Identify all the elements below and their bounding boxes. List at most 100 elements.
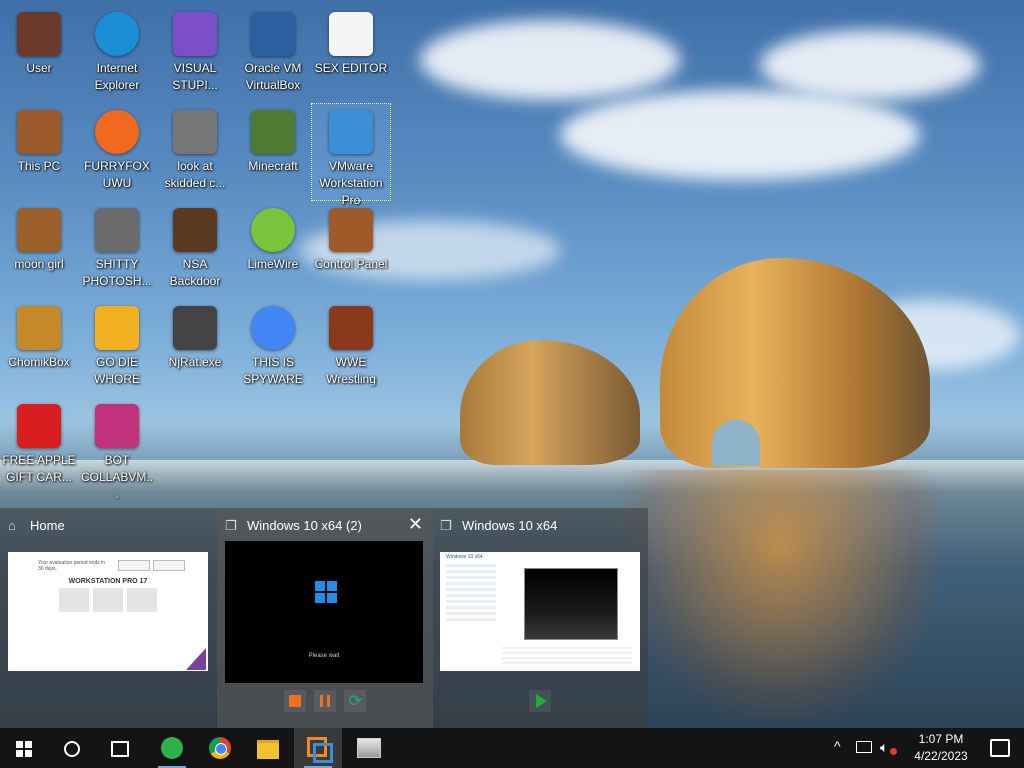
desktop-icon[interactable]: VMware Workstation Pro [311,103,391,207]
desktop-icon[interactable]: VISUAL STUPI... [156,6,234,102]
muted-badge [890,748,897,755]
preview-windows10-x64-2[interactable]: ❐ Windows 10 x64 (2) ✕ Please wait ⟳ [217,508,433,728]
clock-date: 4/22/2023 [914,749,968,763]
safe-icon [173,208,217,252]
tray-chevron-icon[interactable]: ^ [834,738,841,754]
vm-device-list [446,564,496,624]
limewire-icon [251,208,295,252]
taskbar-notes-app[interactable] [148,728,196,768]
restart-button[interactable]: ⟳ [344,690,367,712]
desktop-icon-label: SEX EDITOR [314,61,388,75]
desktop-icon-label: NjRat.exe [168,355,222,369]
desktop-icon[interactable]: ChomikBox [0,300,78,396]
vm-window-icon: ❐ [440,518,452,533]
desktop-icon-label: VISUAL STUPI... [172,61,218,92]
desktop-icon[interactable]: Control Panel [312,202,390,298]
desktop-icon[interactable]: THIS IS SPYWARE [234,300,312,396]
notes-app-icon [161,737,183,759]
buy-now-button [153,560,185,571]
notification-icon [990,739,1010,757]
desktop-icon-label: SHITTY PHOTOSH... [82,257,152,288]
chomikbox-icon [17,306,61,350]
file-explorer-icon [257,740,279,759]
desktop-icon[interactable]: BOT COLLABVM... [78,398,156,501]
desktop-icon[interactable]: GO DIE WHORE [78,300,156,396]
taskbar-chrome[interactable] [196,728,244,768]
desktop-icon[interactable]: NSA Backdoor [156,202,234,298]
minecraft-icon [251,110,295,154]
play-button[interactable] [529,690,551,712]
vmware-icon-inner [313,743,333,763]
taskbar-file-explorer[interactable] [244,728,292,768]
desktop-icon-label: NSA Backdoor [169,257,221,288]
vm-controls [432,690,648,712]
desktop-icon[interactable]: look at skidded c... [156,104,234,200]
desktop-icon[interactable]: LimeWire [234,202,312,298]
create-vm-tile [59,588,89,612]
clock[interactable]: 1:07 PM 4/22/2023 [904,731,978,765]
windows-start-icon [16,741,32,757]
desktop-icon[interactable]: FURRYFOX UWU [78,104,156,200]
small-rock [460,340,640,465]
desktop-icon-label: FURRYFOX UWU [84,159,150,190]
preview-thumbnail: Please wait [225,541,423,683]
stacked-windows-icon [173,110,217,154]
search-circle-icon [64,741,80,757]
close-preview-button[interactable]: ✕ [408,514,423,535]
cloud [560,90,920,180]
desktop-icon[interactable]: moon girl [0,202,78,298]
preview-home[interactable]: ⌂ Home Your evaluation period ends in 30… [0,508,216,728]
taskbar-app[interactable] [344,728,392,768]
pause-button[interactable] [314,690,336,712]
search-button[interactable] [48,728,96,768]
preview-thumbnail: Your evaluation period ends in 30 days. … [8,552,208,671]
rock-arch-opening [712,420,760,466]
desktop-icon[interactable]: NjRat.exe [156,300,234,396]
visual-studio-icon [173,12,217,56]
taskbar-preview-panel: ⌂ Home Your evaluation period ends in 30… [0,508,648,728]
vm-summary-title: Windows 10 x64 [446,554,483,560]
preview-windows10-x64[interactable]: ❐ Windows 10 x64 Windows 10 x64 [432,508,648,728]
desktop-icon[interactable]: Internet Explorer [78,6,156,102]
taskbar-vmware[interactable] [294,728,342,768]
user-folder-icon [17,12,61,56]
start-button[interactable] [0,728,48,768]
workstation-heading: WORKSTATION PRO 17 [68,578,148,585]
preview-thumbnail: Windows 10 x64 [440,552,640,671]
desktop-icon[interactable]: SEX EDITOR [312,6,390,102]
desktop-icon[interactable]: Minecraft [234,104,312,200]
desktop-icon-label: ChomikBox [8,355,70,369]
desktop-icon-label: Control Panel [314,257,388,271]
desktop-icon[interactable]: Oracle VM VirtualBox [234,6,312,102]
desktop-icon-label: FREE APPLE GIFT CAR... [2,453,76,484]
vmware-logo [186,648,206,670]
apple-icon [17,404,61,448]
volume-muted-icon[interactable]: 🔈︎ [880,739,888,756]
vm-details [502,647,632,667]
desktop-icon-label: look at skidded c... [164,159,226,190]
clock-time: 1:07 PM [918,732,964,746]
cloud [420,20,680,100]
network-icon[interactable] [856,741,872,753]
preview-title: Windows 10 x64 [462,518,558,533]
monitor-icon [95,404,139,448]
task-view-icon [111,741,129,757]
desktop-icon[interactable]: This PC [0,104,78,200]
de-app-icon [95,306,139,350]
firefox-icon [95,110,139,154]
desktop-icon[interactable]: WWE Wrestling [312,300,390,396]
enter-license-button [118,560,150,571]
desktop-icon[interactable]: User [0,6,78,102]
task-view-button[interactable] [96,728,144,768]
desktop-icon[interactable]: SHITTY PHOTOSH... [78,202,156,298]
stop-button[interactable] [283,690,306,712]
notification-center-button[interactable] [976,728,1024,768]
hex-editor-icon [329,12,373,56]
desktop-icon-label: LimeWire [247,257,299,271]
virtualbox-icon [251,12,295,56]
desktop-icon-label: THIS IS SPYWARE [243,355,303,386]
preview-title: Home [30,518,65,533]
oven-icon [329,306,373,350]
desktop-icon[interactable]: FREE APPLE GIFT CAR... [0,398,78,494]
desktop-icon-label: User [26,61,52,75]
